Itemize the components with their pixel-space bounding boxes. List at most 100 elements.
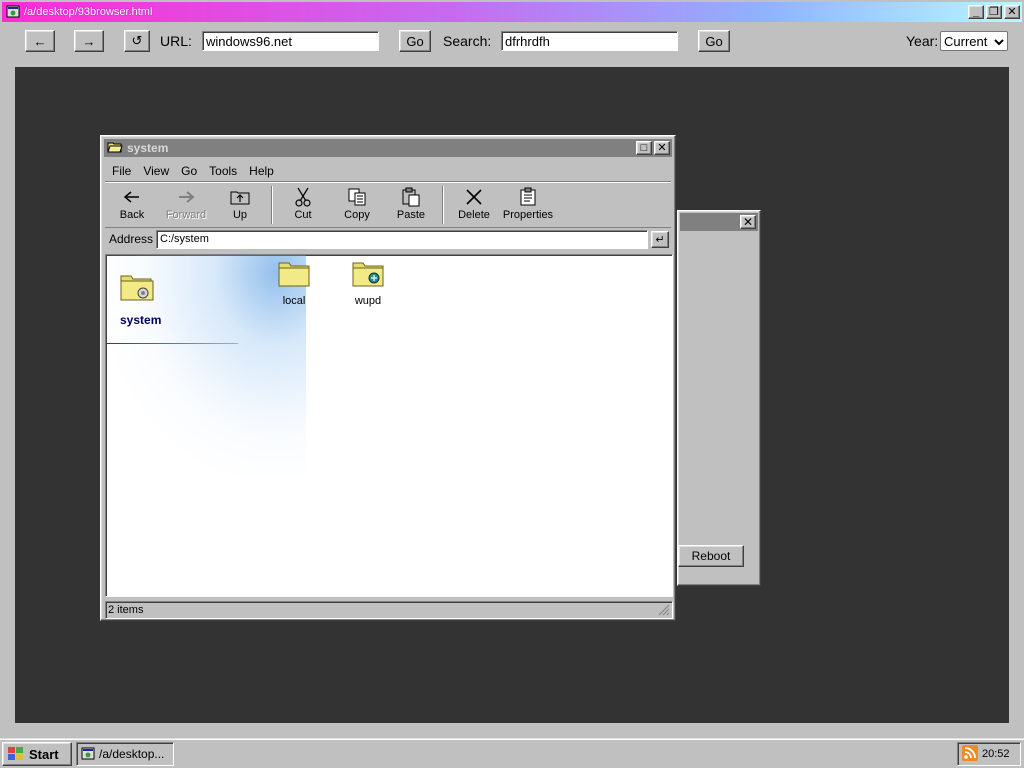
- toolbar-properties-label: Properties: [502, 209, 554, 221]
- maximize-icon: □: [640, 141, 648, 154]
- taskbar: Start /a/desktop... 20:52: [0, 738, 1024, 768]
- close-button[interactable]: ✕: [1004, 5, 1020, 19]
- minimize-button[interactable]: _: [968, 5, 984, 19]
- resize-grip-icon[interactable]: [658, 604, 670, 616]
- menu-separator: [105, 181, 671, 183]
- address-go-button[interactable]: ↵: [651, 231, 669, 248]
- address-input[interactable]: C:/system: [156, 230, 648, 249]
- menu-go[interactable]: Go: [175, 162, 203, 180]
- menu-view[interactable]: View: [137, 162, 175, 180]
- file-name: local: [282, 295, 306, 307]
- scissors-icon: [291, 186, 315, 208]
- chevron-down-icon: [994, 33, 1004, 50]
- back-arrow-icon: ←: [33, 33, 47, 49]
- status-bar: 2 items: [105, 601, 673, 619]
- address-label: Address: [109, 232, 154, 246]
- toolbar-forward-button[interactable]: Forward: [159, 184, 213, 226]
- delete-icon: [462, 186, 486, 208]
- copy-icon: [345, 186, 369, 208]
- toolbar-properties-button[interactable]: Properties: [501, 184, 555, 226]
- system-folder-icon: [350, 259, 386, 289]
- explorer-window[interactable]: system □ ✕ File View Go Tools Help Back …: [100, 135, 676, 621]
- folder-heading: system: [120, 313, 162, 327]
- forward-arrow-icon: →: [82, 33, 96, 49]
- maximize-button[interactable]: □: [636, 141, 652, 155]
- status-text: 2 items: [108, 604, 144, 616]
- up-folder-icon: [228, 186, 252, 208]
- reload-button[interactable]: ↺: [124, 30, 150, 52]
- browser-app-icon: [81, 746, 95, 763]
- taskbar-item-label: /a/desktop...: [99, 747, 165, 761]
- forward-button[interactable]: →: [74, 30, 104, 52]
- background-dialog-window[interactable]: ✕ Reboot: [677, 210, 761, 586]
- system-folder-icon: [119, 270, 155, 304]
- explorer-title: system: [127, 141, 169, 155]
- toolbar-paste-button[interactable]: Paste: [384, 184, 438, 226]
- url-label: URL:: [160, 33, 192, 49]
- browser-title: /a/desktop/93browser.html: [24, 6, 153, 18]
- toolbar-copy-button[interactable]: Copy: [330, 184, 384, 226]
- start-label: Start: [29, 746, 59, 762]
- toolbar-back-button[interactable]: Back: [105, 184, 159, 226]
- folder-icon: [276, 259, 312, 289]
- close-icon: ✕: [657, 141, 667, 154]
- toolbar-forward-label: Forward: [165, 209, 207, 221]
- start-logo-icon: [7, 745, 25, 764]
- url-go-button[interactable]: Go: [399, 30, 431, 52]
- rss-icon[interactable]: [962, 744, 978, 764]
- toolbar-cut-label: Cut: [294, 209, 312, 221]
- restore-button[interactable]: ❐: [986, 5, 1002, 19]
- minimize-icon: _: [972, 5, 980, 18]
- explorer-close-button[interactable]: ✕: [654, 141, 670, 155]
- search-input[interactable]: dfrhrdfh: [501, 31, 678, 51]
- year-value: Current: [944, 33, 988, 49]
- search-label: Search:: [443, 33, 492, 49]
- web-viewport: ✕ Reboot system □ ✕ File View Go Tools H…: [15, 67, 1009, 723]
- start-button[interactable]: Start: [2, 742, 72, 766]
- file-item-local[interactable]: local: [264, 259, 324, 307]
- toolbar-up-button[interactable]: Up: [213, 184, 267, 226]
- back-arrow-icon: [120, 186, 144, 208]
- file-item-wupd[interactable]: wupd: [338, 259, 398, 307]
- year-label: Year:: [906, 33, 939, 49]
- close-icon: ✕: [742, 215, 754, 229]
- browser-toolbar: ← → ↺ URL: windows96.net Go Search: dfrh…: [2, 22, 1022, 60]
- forward-arrow-icon: [174, 186, 198, 208]
- properties-icon: [516, 186, 540, 208]
- menu-help[interactable]: Help: [243, 162, 280, 180]
- explorer-title-bar[interactable]: system □ ✕: [104, 139, 672, 157]
- browser-app-icon: [6, 4, 20, 21]
- reload-icon: ↺: [131, 33, 143, 48]
- toolbar-back-label: Back: [119, 209, 145, 221]
- menu-bar: File View Go Tools Help: [106, 162, 280, 180]
- toolbar-separator: [271, 186, 273, 224]
- toolbar-cut-button[interactable]: Cut: [276, 184, 330, 226]
- back-button[interactable]: ←: [25, 30, 55, 52]
- close-icon: ✕: [1007, 5, 1017, 18]
- explorer-toolbar: Back Forward Up Cut Copy Paste Delete Pr…: [105, 184, 671, 226]
- search-go-button[interactable]: Go: [698, 30, 730, 52]
- menu-tools[interactable]: Tools: [203, 162, 243, 180]
- address-bar: Address C:/system ↵: [105, 227, 671, 251]
- toolbar-separator: [442, 186, 444, 224]
- heading-underline: [106, 343, 238, 344]
- taskbar-item-browser[interactable]: /a/desktop...: [76, 742, 174, 766]
- toolbar-delete-button[interactable]: Delete: [447, 184, 501, 226]
- menu-file[interactable]: File: [106, 162, 137, 180]
- background-dialog-close-button[interactable]: ✕: [740, 215, 756, 229]
- paste-icon: [399, 186, 423, 208]
- clock: 20:52: [982, 748, 1010, 760]
- year-select[interactable]: Current: [940, 31, 1008, 51]
- toolbar-delete-label: Delete: [458, 209, 490, 221]
- toolbar-copy-label: Copy: [344, 209, 370, 221]
- toolbar-up-label: Up: [232, 209, 248, 221]
- system-tray: 20:52: [957, 742, 1021, 766]
- file-name: wupd: [354, 295, 382, 307]
- restore-icon: ❐: [989, 5, 999, 18]
- reboot-button[interactable]: Reboot: [678, 545, 744, 567]
- folder-content-pane[interactable]: system local wupd: [105, 254, 673, 597]
- browser-title-bar[interactable]: /a/desktop/93browser.html _ ❐ ✕: [2, 2, 1022, 22]
- toolbar-paste-label: Paste: [396, 209, 426, 221]
- open-folder-icon: [107, 140, 123, 157]
- url-input[interactable]: windows96.net: [202, 31, 379, 51]
